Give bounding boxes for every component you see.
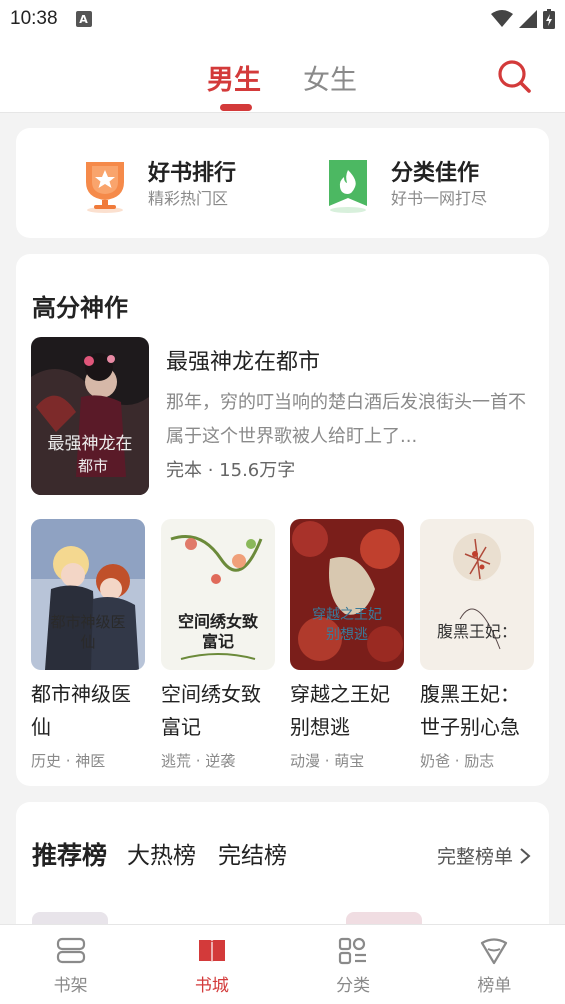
feature-card: 好书排行 精彩热门区 分类佳作 好书一网打尽 [16, 128, 549, 238]
tab-hot[interactable]: 大热榜 [127, 836, 196, 870]
book-title: 腹黑王妃：世子别心急 [420, 682, 520, 739]
book-title: 都市神级医仙 [31, 682, 131, 739]
full-ranking-link[interactable]: 完整榜单 [437, 842, 531, 869]
nav-label: 书架 [53, 976, 88, 996]
search-icon[interactable] [496, 58, 532, 94]
book-tags: 历史 · 神医 [31, 752, 106, 770]
nav-category[interactable]: 分类 [283, 925, 424, 1004]
feature-categories[interactable]: 分类佳作 好书一网打尽 [321, 156, 487, 214]
ranking-icon [481, 938, 508, 965]
wifi-icon [491, 10, 513, 27]
status-bar: 10:38 A [0, 0, 565, 38]
hero-book-cover[interactable]: 最强神龙在 都市 [31, 337, 149, 495]
book-cover[interactable]: 腹黑王妃： [420, 519, 534, 670]
feature-subtitle: 精彩热门区 [148, 189, 229, 208]
status-time: 10:38 [10, 8, 58, 29]
nav-bookstore[interactable]: 书城 [141, 925, 282, 1004]
nav-ranking[interactable]: 榜单 [424, 925, 565, 1004]
signal-icon [519, 10, 537, 28]
nav-label: 榜单 [477, 976, 512, 996]
book-cover[interactable]: 穿越之王妃 别想逃 [290, 519, 404, 670]
section-title: 高分神作 [32, 294, 128, 322]
battery-icon [543, 9, 555, 29]
bookmark-flame-icon [329, 160, 367, 213]
hero-cover-text: 最强神龙在 [48, 434, 133, 454]
book-tags: 逃荒 · 逆袭 [161, 752, 236, 770]
book-tags: 奶爸 · 励志 [420, 752, 495, 770]
category-icon [339, 937, 367, 965]
book-item[interactable]: 腹黑王妃： 腹黑王妃：世子别心急 奶爸 · 励志 [420, 519, 534, 771]
active-tab-indicator [220, 104, 252, 111]
book-cover-text: 腹黑王妃： [437, 622, 517, 641]
hero-book-title[interactable]: 最强神龙在都市 [166, 344, 320, 376]
feature-subtitle: 好书一网打尽 [391, 189, 488, 208]
high-score-section: 高分神作 最强神龙在 都市 最强神龙在都市 那年，穷的叮当响的楚白酒后发浪街头一… [16, 254, 549, 786]
nav-bookshelf[interactable]: 书架 [0, 925, 141, 1004]
svg-text:仙: 仙 [80, 633, 95, 651]
svg-text:富记: 富记 [202, 632, 234, 651]
book-cover[interactable]: 空间绣女致 富记 [161, 519, 275, 670]
tab-male[interactable]: 男生 [207, 58, 261, 97]
book-title: 空间绣女致富记 [161, 682, 261, 739]
nav-label: 分类 [336, 976, 371, 996]
tab-completed[interactable]: 完结榜 [218, 836, 287, 870]
nav-label: 书城 [194, 976, 229, 996]
keyboard-badge-icon: A [75, 11, 92, 27]
trophy-icon [86, 162, 124, 213]
book-cover-text: 穿越之王妃 [312, 607, 382, 623]
book-item[interactable]: 都市神级医 仙 都市神级医仙 历史 · 神医 [31, 519, 145, 771]
tab-recommended[interactable]: 推荐榜 [32, 836, 107, 872]
book-title: 穿越之王妃别想逃 [290, 682, 390, 739]
top-header: 男生 女生 [0, 38, 565, 113]
feature-top-books[interactable]: 好书排行 精彩热门区 [78, 156, 236, 214]
feature-title: 好书排行 [148, 161, 237, 186]
status-icons [491, 9, 555, 29]
book-cover[interactable]: 都市神级医 仙 [31, 519, 145, 670]
bookshelf-icon [56, 937, 85, 964]
book-cover-text: 都市神级医 [50, 613, 125, 631]
full-ranking-label: 完整榜单 [436, 846, 513, 868]
bookstore-icon [198, 940, 225, 963]
book-cover-text: 空间绣女致 [178, 612, 259, 631]
feature-title: 分类佳作 [391, 161, 480, 186]
svg-text:都市: 都市 [78, 457, 108, 475]
book-tags: 动漫 · 萌宝 [290, 752, 365, 770]
svg-text:别想逃: 别想逃 [326, 627, 368, 643]
bottom-nav: 书架 书城 分类 榜单 [0, 924, 565, 1004]
book-item[interactable]: 空间绣女致 富记 空间绣女致富记 逃荒 · 逆袭 [161, 519, 275, 771]
hero-book-meta: 完本 · 15.6万字 [166, 460, 296, 481]
chevron-right-icon [520, 847, 531, 864]
book-item[interactable]: 穿越之王妃 别想逃 穿越之王妃别想逃 动漫 · 萌宝 [290, 519, 404, 771]
tab-female[interactable]: 女生 [303, 58, 357, 97]
hero-book-description: 那年，穷的叮当响的楚白酒后发浪街头一首不属于这个世界歌被人给盯上了... [166, 392, 526, 447]
